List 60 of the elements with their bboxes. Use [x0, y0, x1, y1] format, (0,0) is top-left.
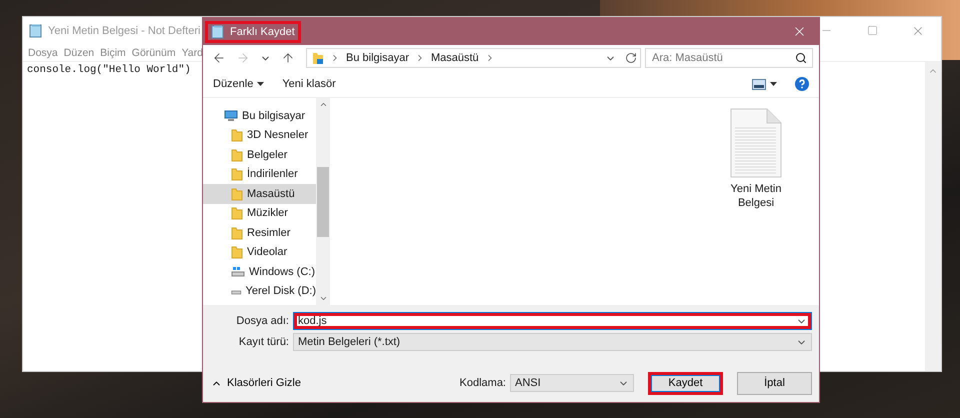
back-arrow-icon	[212, 51, 226, 65]
up-arrow-icon	[281, 51, 295, 65]
tree-item[interactable]: Belgeler	[203, 145, 316, 164]
file-type-select[interactable]: Metin Belgeleri (*.txt)	[293, 333, 812, 351]
save-button[interactable]: Kaydet	[648, 372, 723, 394]
search-icon	[795, 52, 807, 64]
forward-arrow-icon	[236, 51, 250, 65]
menu-item[interactable]: Düzen	[64, 46, 94, 58]
tree-item[interactable]: Resimler	[203, 223, 316, 242]
folder-icon	[231, 226, 243, 240]
refresh-icon	[625, 52, 637, 64]
tree-item[interactable]: İndirilenler	[203, 164, 316, 184]
help-icon[interactable]	[795, 77, 809, 91]
tree-item[interactable]: Bu bilgisayar	[203, 106, 316, 126]
folder-icon	[231, 245, 243, 260]
breadcrumb-item[interactable]: Bu bilgisayar	[346, 52, 409, 64]
caret-icon	[770, 82, 777, 86]
tree-item[interactable]: Videolar	[203, 242, 316, 262]
file-item[interactable]: Yeni Metin Belgesi	[721, 108, 791, 210]
caret-icon	[257, 82, 264, 86]
scrollbar[interactable]	[316, 98, 330, 305]
field-label: Kayıt türü:	[238, 336, 289, 348]
folder-icon	[231, 206, 243, 220]
tree-item[interactable]: Yerel Disk (D:)	[203, 282, 316, 301]
folder-icon	[231, 148, 243, 162]
document-icon	[730, 108, 782, 178]
folder-icon	[231, 167, 243, 182]
chevron-down-icon	[318, 294, 328, 303]
breadcrumb-item[interactable]: Masaüstü	[430, 52, 479, 64]
address-bar[interactable]: Bu bilgisayar Masaüstü	[306, 48, 641, 68]
tree-item[interactable]: 3D Nesneler	[203, 126, 316, 145]
view-icon	[752, 78, 766, 90]
computer-icon	[224, 110, 238, 122]
file-name-field[interactable]: kod.js	[293, 312, 812, 330]
folder-icon	[312, 52, 324, 64]
maximize-icon	[866, 25, 878, 36]
notepad-icon	[211, 24, 225, 38]
tree-item[interactable]: Müzikler	[203, 204, 316, 223]
menu-item[interactable]: Dosya	[28, 46, 58, 58]
window-title: Yeni Metin Belgesi - Not Defteri	[48, 24, 200, 36]
cancel-button[interactable]: İptal	[737, 372, 812, 394]
view-button[interactable]	[752, 78, 777, 90]
field-label: Kodlama:	[460, 377, 506, 389]
drive-icon	[231, 266, 245, 278]
hide-folders-button[interactable]: Klasörleri Gizle	[211, 377, 301, 389]
field-label: Dosya adı:	[235, 315, 289, 327]
search-field[interactable]: Ara: Masaüstü	[645, 48, 813, 68]
notepad-icon	[29, 24, 43, 38]
scrollbar[interactable]	[925, 62, 941, 371]
organize-button[interactable]: Düzenle	[213, 78, 264, 90]
menu-item[interactable]: Biçim	[100, 46, 126, 58]
chevron-up-icon	[318, 100, 328, 109]
new-folder-button[interactable]: Yeni klasör	[282, 78, 336, 90]
encoding-select[interactable]: ANSI	[510, 374, 634, 392]
tree-item[interactable]: Masaüstü	[203, 184, 316, 204]
folder-icon	[231, 128, 243, 142]
tree-item[interactable]: Windows (C:)	[203, 262, 316, 282]
folder-icon	[231, 186, 243, 201]
dialog-title: Farklı Kaydet	[230, 26, 295, 38]
menu-item[interactable]: Görünüm	[132, 46, 176, 58]
